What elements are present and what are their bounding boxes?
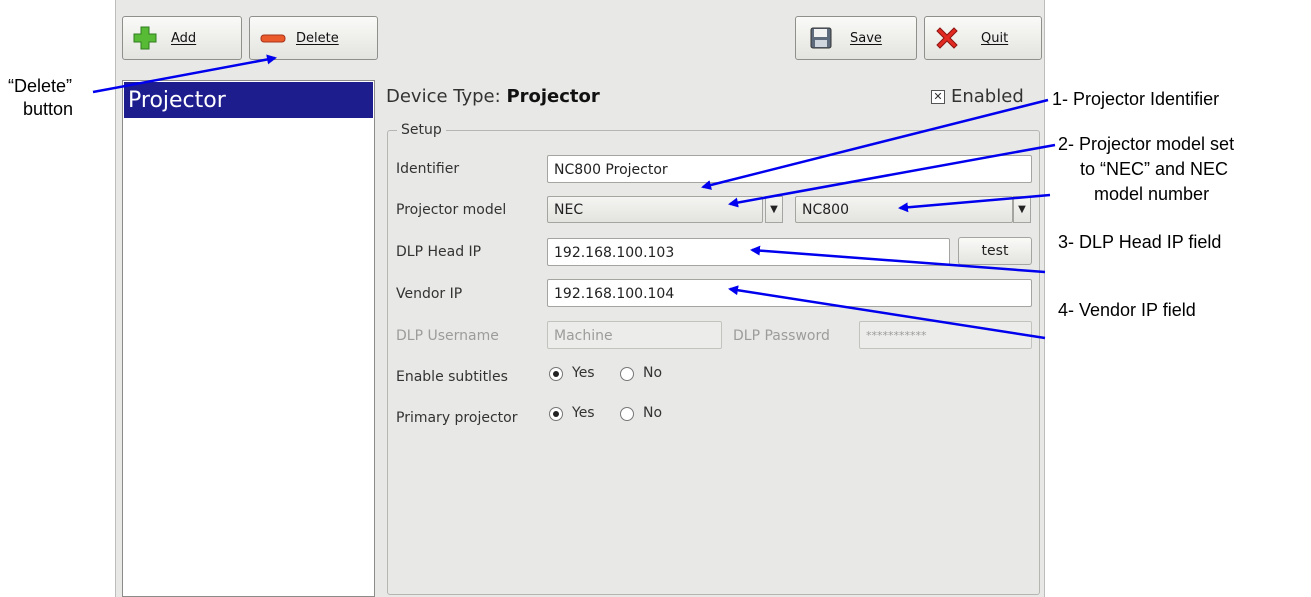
arrow-model-number <box>898 193 1051 213</box>
annotation-arrows <box>92 54 1056 340</box>
arrow-identifier <box>701 98 1049 190</box>
arrow-delete <box>92 54 277 94</box>
arrow-dlp-ip <box>750 245 1046 274</box>
arrow-model-make <box>728 143 1056 208</box>
arrow-vendor-ip <box>728 285 1046 340</box>
